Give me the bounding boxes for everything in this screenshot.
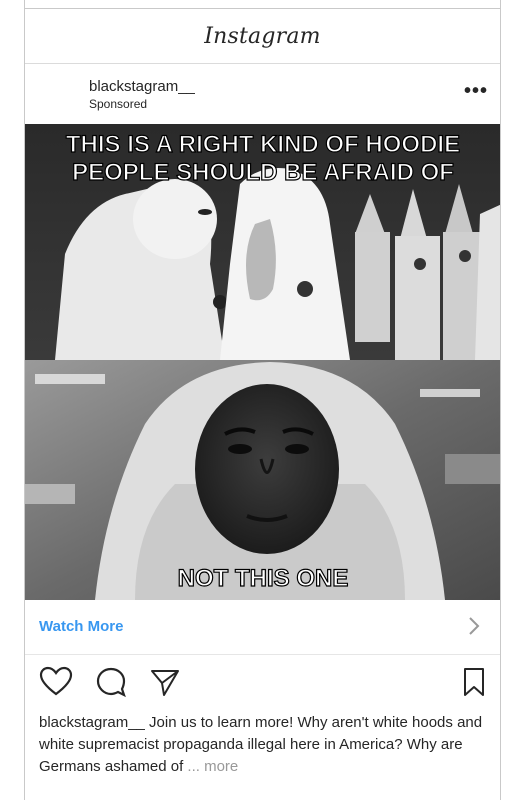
cta-row[interactable]: Watch More — [25, 600, 500, 655]
sponsored-label: Sponsored — [89, 97, 148, 111]
caption-more-link[interactable]: ... more — [187, 758, 238, 775]
meme-bottom-text: NOT THIS ONE — [178, 565, 349, 592]
post-image[interactable]: THIS IS A RIGHT KIND OF HOODIE PEOPLE SH… — [25, 124, 500, 600]
instagram-logo[interactable]: Instagram — [204, 24, 320, 49]
watch-more-link[interactable]: Watch More — [39, 618, 123, 635]
top-bar: Instagram — [25, 8, 500, 64]
post-username[interactable]: blackstagram__ — [89, 78, 195, 95]
bookmark-icon[interactable] — [462, 666, 486, 703]
bottom-meme-panel: NOT THIS ONE — [25, 360, 500, 600]
meme-top-line1: THIS IS A RIGHT KIND OF HOODIE — [66, 131, 460, 158]
chevron-right-icon[interactable] — [468, 616, 480, 641]
more-options-icon[interactable]: ••• — [464, 81, 488, 101]
action-bar — [25, 666, 500, 702]
post-caption: blackstagram__ Join us to learn more! Wh… — [39, 712, 489, 778]
comment-icon[interactable] — [95, 666, 127, 703]
instagram-frame: Instagram blackstagram__ Sponsored ••• T… — [24, 0, 501, 800]
send-icon[interactable] — [149, 666, 181, 703]
top-meme-panel: THIS IS A RIGHT KIND OF HOODIE PEOPLE SH… — [25, 124, 500, 360]
heart-icon[interactable] — [39, 666, 73, 703]
caption-username[interactable]: blackstagram__ — [39, 714, 145, 731]
post-header: blackstagram__ Sponsored ••• — [25, 64, 500, 124]
meme-top-line2: PEOPLE SHOULD BE AFRAID OF — [72, 159, 454, 186]
